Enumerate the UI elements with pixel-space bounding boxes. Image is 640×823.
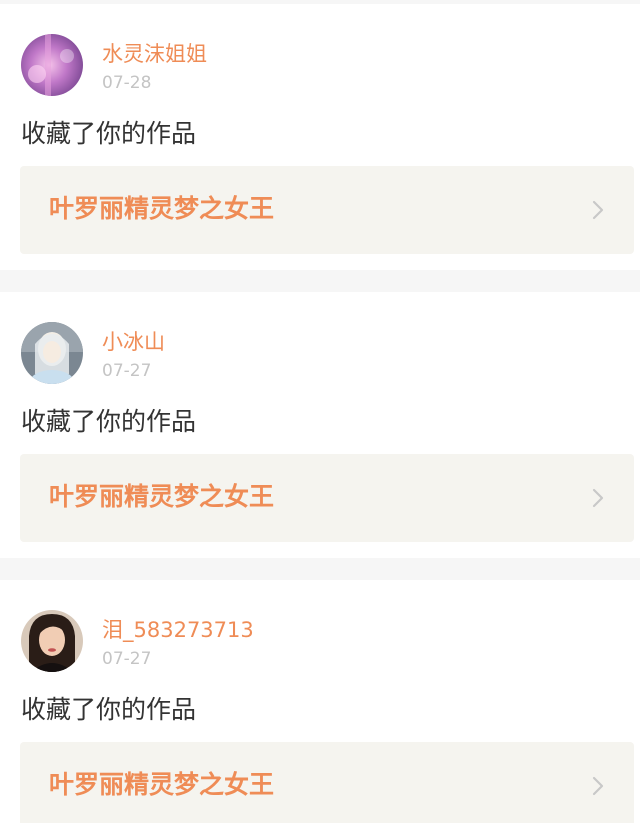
username[interactable]: 泪_583273713 — [102, 616, 254, 644]
work-link-card[interactable]: 叶罗丽精灵梦之女王 — [20, 742, 634, 823]
username[interactable]: 小冰山 — [102, 328, 165, 356]
chevron-right-icon — [592, 200, 604, 220]
avatar-image — [21, 34, 83, 96]
work-title: 叶罗丽精灵梦之女王 — [49, 482, 275, 511]
username[interactable]: 水灵沫姐姐 — [102, 40, 207, 68]
notification-item: 小冰山 07-27 收藏了你的作品 叶罗丽精灵梦之女王 — [0, 292, 640, 558]
activity-text: 收藏了你的作品 — [21, 407, 197, 436]
activity-text: 收藏了你的作品 — [21, 119, 197, 148]
chevron-right-icon — [592, 488, 604, 508]
avatar-image — [21, 610, 83, 672]
avatar[interactable] — [21, 34, 83, 96]
timestamp: 07-28 — [102, 73, 152, 93]
work-title: 叶罗丽精灵梦之女王 — [49, 770, 275, 799]
notification-feed: 水灵沫姐姐 07-28 收藏了你的作品 叶罗丽精灵梦之女王 小冰山 07-27 … — [0, 0, 640, 823]
work-link-card[interactable]: 叶罗丽精灵梦之女王 — [20, 454, 634, 542]
timestamp: 07-27 — [102, 649, 152, 669]
work-link-card[interactable]: 叶罗丽精灵梦之女王 — [20, 166, 634, 254]
avatar[interactable] — [21, 322, 83, 384]
avatar-image — [21, 322, 83, 384]
timestamp: 07-27 — [102, 361, 152, 381]
avatar[interactable] — [21, 610, 83, 672]
chevron-right-icon — [592, 776, 604, 796]
work-title: 叶罗丽精灵梦之女王 — [49, 194, 275, 223]
notification-item: 泪_583273713 07-27 收藏了你的作品 叶罗丽精灵梦之女王 — [0, 580, 640, 823]
notification-item: 水灵沫姐姐 07-28 收藏了你的作品 叶罗丽精灵梦之女王 — [0, 4, 640, 270]
activity-text: 收藏了你的作品 — [21, 695, 197, 724]
